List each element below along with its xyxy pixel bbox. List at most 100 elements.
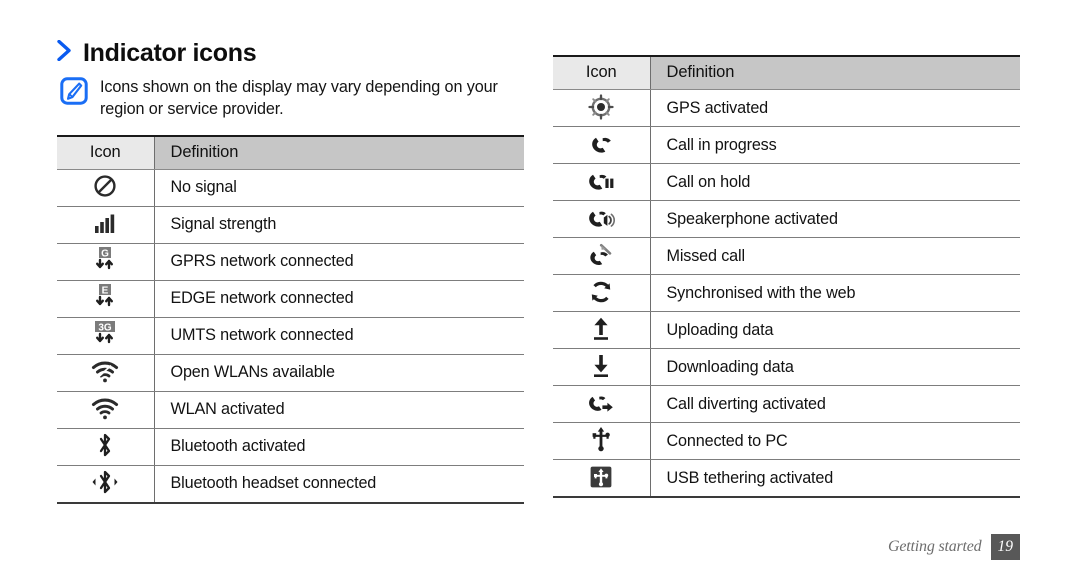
- cell-icon: [57, 169, 155, 207]
- cell-definition: Speakerphone activated: [650, 200, 1020, 238]
- call-on-hold-icon: [581, 166, 621, 196]
- cell-definition: Call in progress: [650, 126, 1020, 164]
- cell-definition: UMTS network connected: [154, 317, 524, 355]
- cell-icon: [57, 465, 155, 504]
- table-header-row: Icon Definition: [553, 55, 1020, 90]
- download-icon: [581, 351, 621, 381]
- cell-icon: [57, 354, 155, 392]
- cell-icon: [553, 126, 651, 164]
- gprs-network-icon: G: [85, 244, 125, 274]
- column-header-definition: Definition: [154, 134, 524, 170]
- page-number-badge: 19: [990, 533, 1020, 560]
- cell-definition: USB tethering activated: [650, 459, 1020, 498]
- table-row: Call on hold: [553, 163, 1020, 201]
- note-text: Icons shown on the display may vary depe…: [100, 78, 498, 119]
- table-row: WLAN activated: [57, 391, 524, 429]
- cell-icon: [553, 274, 651, 312]
- table-row: Open WLANs available: [57, 354, 524, 392]
- table-row: Downloading data: [553, 348, 1020, 386]
- svg-text:G: G: [101, 249, 109, 260]
- cell-definition: Uploading data: [650, 311, 1020, 349]
- speakerphone-icon: [581, 203, 621, 233]
- open-wlan-icon: [85, 357, 125, 387]
- usb-tethering-icon: [581, 462, 621, 492]
- column-header-definition: Definition: [650, 55, 1020, 90]
- cell-definition: Signal strength: [154, 206, 524, 244]
- table-row: Call in progress: [553, 126, 1020, 164]
- column-header-icon: Icon: [553, 55, 651, 90]
- edge-network-icon: E: [85, 281, 125, 311]
- cell-definition: Open WLANs available: [154, 354, 524, 392]
- call-diverting-icon: [581, 388, 621, 418]
- sync-web-icon: [581, 277, 621, 307]
- table-row: 3G UMTS network connected: [57, 317, 524, 355]
- table-row: Synchronised with the web: [553, 274, 1020, 312]
- chevron-right-icon: [57, 40, 72, 61]
- gps-icon: [581, 92, 621, 122]
- table-row: Call diverting activated: [553, 385, 1020, 423]
- table-row: Connected to PC: [553, 422, 1020, 460]
- table-row: E EDGE network connected: [57, 280, 524, 318]
- cell-definition: EDGE network connected: [154, 280, 524, 318]
- table-row: Bluetooth activated: [57, 428, 524, 466]
- no-signal-icon: [85, 171, 125, 201]
- note-block: Icons shown on the display may vary depe…: [60, 76, 524, 121]
- table-row: Signal strength: [57, 206, 524, 244]
- table-row: Missed call: [553, 237, 1020, 275]
- cell-icon: [553, 89, 651, 127]
- table-row: GPS activated: [553, 89, 1020, 127]
- cell-icon: [553, 311, 651, 349]
- upload-icon: [581, 314, 621, 344]
- cell-icon: G: [57, 243, 155, 281]
- cell-icon: [57, 391, 155, 429]
- cell-icon: [553, 459, 651, 498]
- cell-icon: [553, 385, 651, 423]
- cell-definition: Synchronised with the web: [650, 274, 1020, 312]
- page-title: Indicator icons: [57, 40, 524, 66]
- indicator-table-right: Icon Definition GPS activated Call in pr…: [553, 55, 1020, 498]
- cell-definition: Missed call: [650, 237, 1020, 275]
- signal-strength-icon: [85, 209, 125, 239]
- cell-definition: GPS activated: [650, 89, 1020, 127]
- cell-icon: 3G: [57, 317, 155, 355]
- cell-icon: [553, 422, 651, 460]
- cell-definition: Connected to PC: [650, 422, 1020, 460]
- cell-definition: GPRS network connected: [154, 243, 524, 281]
- cell-icon: [57, 428, 155, 466]
- table-row: G GPRS network connected: [57, 243, 524, 281]
- svg-text:E: E: [102, 286, 109, 297]
- cell-definition: Call diverting activated: [650, 385, 1020, 423]
- wlan-activated-icon: [85, 394, 125, 424]
- cell-icon: E: [57, 280, 155, 318]
- cell-definition: Bluetooth headset connected: [154, 465, 524, 504]
- missed-call-icon: [581, 240, 621, 270]
- cell-icon: [553, 237, 651, 275]
- bluetooth-icon: [85, 430, 125, 460]
- table-row: Uploading data: [553, 311, 1020, 349]
- cell-icon: [553, 200, 651, 238]
- table-row: USB tethering activated: [553, 459, 1020, 498]
- footer-section-label: Getting started: [888, 537, 982, 555]
- cell-definition: Bluetooth activated: [154, 428, 524, 466]
- right-column: Icon Definition GPS activated Call in pr…: [553, 55, 1020, 498]
- cell-icon: [553, 163, 651, 201]
- usb-connected-icon: [581, 424, 621, 454]
- cell-icon: [57, 206, 155, 244]
- indicator-table-left: Icon Definition No signal Signal strengt…: [57, 134, 524, 504]
- note-pen-icon: [60, 77, 88, 105]
- call-in-progress-icon: [581, 129, 621, 159]
- column-header-icon: Icon: [57, 134, 155, 170]
- table-header-row: Icon Definition: [57, 134, 524, 170]
- cell-icon: [553, 348, 651, 386]
- left-column: Indicator icons Icons shown on the displ…: [57, 40, 524, 504]
- svg-text:3G: 3G: [99, 323, 113, 334]
- table-row: No signal: [57, 169, 524, 207]
- table-row: Speakerphone activated: [553, 200, 1020, 238]
- page-footer: Getting started 19: [888, 533, 1020, 560]
- page-title-text: Indicator icons: [83, 39, 257, 67]
- table-row: Bluetooth headset connected: [57, 465, 524, 504]
- bluetooth-headset-icon: [85, 467, 125, 497]
- umts-network-icon: 3G: [85, 318, 125, 348]
- cell-definition: Call on hold: [650, 163, 1020, 201]
- cell-definition: WLAN activated: [154, 391, 524, 429]
